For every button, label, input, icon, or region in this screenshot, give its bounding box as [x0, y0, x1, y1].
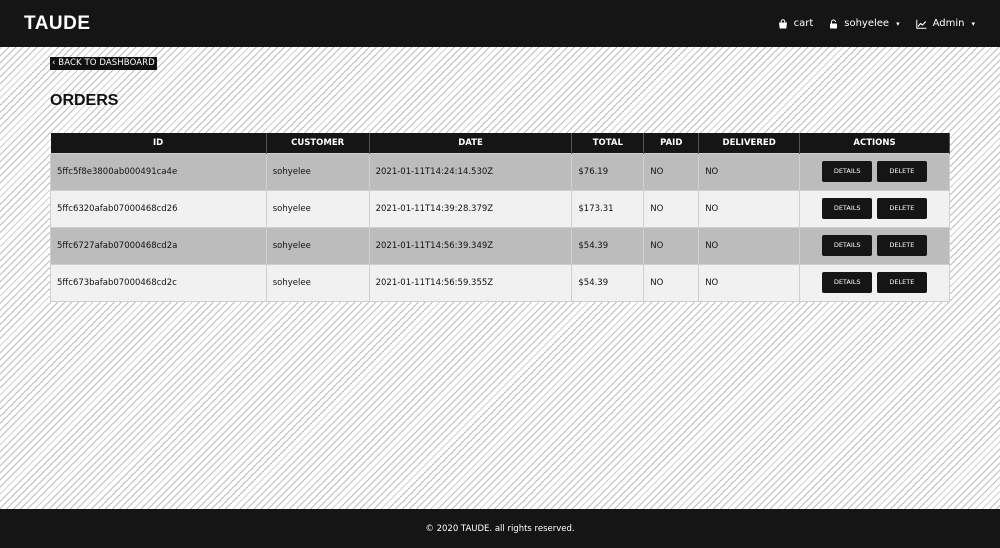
- table-header-row: ID CUSTOMER DATE TOTAL PAID DELIVERED AC…: [50, 133, 950, 153]
- order-id-cell: 5ffc5f8e3800ab000491ca4e: [50, 152, 267, 191]
- delete-button[interactable]: DELETE: [876, 272, 927, 293]
- total-cell: $54.39: [571, 263, 645, 302]
- chart-line-icon: [915, 19, 927, 29]
- nav-user-dropdown[interactable]: sohyelee ▾: [829, 18, 900, 29]
- chevron-down-icon: ▾: [896, 19, 900, 28]
- date-cell: 2021-01-11T14:24:14.530Z: [368, 152, 573, 191]
- nav-cart-label: cart: [793, 18, 814, 29]
- delivered-cell: NO: [698, 189, 801, 228]
- column-header-date: DATE: [369, 133, 573, 153]
- total-cell: $54.39: [571, 226, 645, 265]
- column-header-delivered: DELIVERED: [698, 133, 801, 153]
- column-header-total: TOTAL: [571, 133, 645, 153]
- nav-menu: cart sohyelee ▾ Admin ▾: [778, 18, 975, 29]
- customer-cell: sohyelee: [265, 263, 370, 302]
- details-button[interactable]: DETAILS: [822, 198, 873, 219]
- delete-button[interactable]: DELETE: [876, 198, 927, 219]
- copyright-text: © 2020 TAUDE. all rights reserved.: [425, 523, 575, 534]
- column-header-id: ID: [50, 133, 267, 153]
- paid-cell: NO: [643, 152, 700, 191]
- actions-cell: DETAILS DELETE: [799, 152, 950, 191]
- delivered-cell: NO: [698, 226, 801, 265]
- lock-icon: [829, 19, 838, 29]
- orders-table: ID CUSTOMER DATE TOTAL PAID DELIVERED AC…: [50, 133, 950, 302]
- nav-admin-dropdown[interactable]: Admin ▾: [915, 18, 975, 29]
- table-row: 5ffc5f8e3800ab000491ca4e sohyelee 2021-0…: [50, 152, 950, 191]
- page-title: ORDERS: [50, 92, 119, 109]
- back-to-dashboard-button[interactable]: ‹ BACK TO DASHBOARD: [50, 57, 157, 70]
- paid-cell: NO: [643, 263, 700, 302]
- customer-cell: sohyelee: [265, 226, 370, 265]
- delete-button[interactable]: DELETE: [876, 235, 927, 256]
- order-id-cell: 5ffc6320afab07000468cd26: [50, 189, 267, 228]
- delivered-cell: NO: [698, 152, 801, 191]
- delivered-cell: NO: [698, 263, 801, 302]
- delete-button[interactable]: DELETE: [876, 161, 927, 182]
- nav-admin-label: Admin: [932, 18, 965, 29]
- details-button[interactable]: DETAILS: [822, 272, 873, 293]
- paid-cell: NO: [643, 189, 700, 228]
- column-header-actions: ACTIONS: [799, 133, 950, 153]
- paid-cell: NO: [643, 226, 700, 265]
- shopping-bag-icon: [778, 18, 788, 29]
- nav-cart-link[interactable]: cart: [778, 18, 814, 29]
- column-header-paid: PAID: [643, 133, 700, 153]
- brand-logo[interactable]: TAUDE: [24, 13, 91, 35]
- order-id-cell: 5ffc6727afab07000468cd2a: [50, 226, 267, 265]
- footer: © 2020 TAUDE. all rights reserved.: [0, 509, 1000, 548]
- total-cell: $76.19: [571, 152, 645, 191]
- date-cell: 2021-01-11T14:39:28.379Z: [368, 189, 573, 228]
- navbar: TAUDE cart sohyelee ▾ Admin ▾: [0, 0, 1000, 47]
- details-button[interactable]: DETAILS: [822, 235, 873, 256]
- date-cell: 2021-01-11T14:56:39.349Z: [368, 226, 573, 265]
- actions-cell: DETAILS DELETE: [799, 226, 950, 265]
- actions-cell: DETAILS DELETE: [799, 263, 950, 302]
- column-header-customer: CUSTOMER: [266, 133, 370, 153]
- actions-cell: DETAILS DELETE: [799, 189, 950, 228]
- date-cell: 2021-01-11T14:56:59.355Z: [368, 263, 573, 302]
- table-row: 5ffc673bafab07000468cd2c sohyelee 2021-0…: [50, 263, 950, 302]
- customer-cell: sohyelee: [265, 189, 370, 228]
- order-id-cell: 5ffc673bafab07000468cd2c: [50, 263, 267, 302]
- details-button[interactable]: DETAILS: [822, 161, 873, 182]
- chevron-down-icon: ▾: [971, 19, 975, 28]
- table-row: 5ffc6320afab07000468cd26 sohyelee 2021-0…: [50, 189, 950, 228]
- total-cell: $173.31: [571, 189, 645, 228]
- table-row: 5ffc6727afab07000468cd2a sohyelee 2021-0…: [50, 226, 950, 265]
- nav-user-label: sohyelee: [844, 18, 890, 29]
- customer-cell: sohyelee: [265, 152, 370, 191]
